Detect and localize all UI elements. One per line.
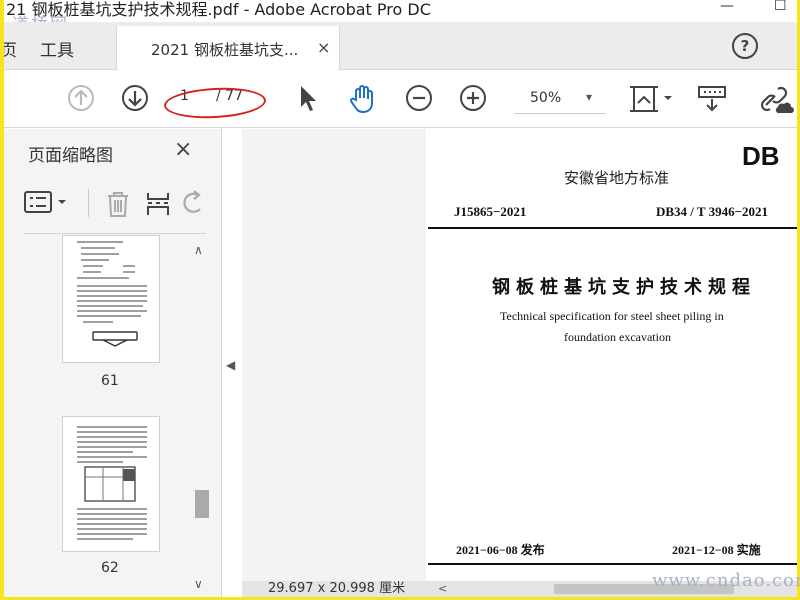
record-number: J15865−2021 [454,204,527,219]
document-title-cn: 钢板桩基坑支护技术规程 [492,277,756,298]
title-bar: 21 钢板桩基坑支护技术规程.pdf - Adobe Acrobat Pro D… [4,0,797,20]
panel-divider [24,233,206,234]
thumbnail-label-61: 61 [101,373,119,389]
issue-date: 2021−06−08 发布 [456,543,545,557]
effective-date: 2021−12−08 实施 [672,543,761,557]
thumbnail-label-62: 62 [101,560,119,576]
highlight-annotation [163,85,267,121]
rotate-page-icon[interactable] [182,189,208,219]
previous-page-icon[interactable] [66,83,96,113]
zoom-in-icon[interactable] [458,83,488,113]
hand-tool-icon[interactable] [348,83,378,115]
page-thumbnail[interactable] [62,416,160,552]
chevron-down-icon: ▾ [586,90,593,104]
tab-document[interactable]: 2021 钢板桩基坑支... × [116,26,340,71]
province-standard: 安徽省地方标准 [564,169,670,187]
page-fit-icon[interactable] [628,83,674,115]
zoom-level-dropdown[interactable]: 50% ▾ [514,84,606,114]
thumbnail-page-61 [77,241,147,347]
toolbar-separator [88,189,89,217]
watermark-url: www.cndao.com [652,570,800,591]
thumbnail-scrollbar-thumb[interactable] [195,490,209,518]
zoom-out-icon[interactable] [404,83,434,113]
page-thumbnail[interactable] [62,235,160,363]
zoom-level-value: 50% [530,90,562,106]
scroll-down-button[interactable]: ∨ [194,577,203,591]
footer-rule [428,563,797,565]
acrobat-window: 21 钢板桩基坑支护技术规程.pdf - Adobe Acrobat Pro D… [4,0,797,597]
minimize-button[interactable]: — [720,0,734,14]
thumbnail-options-icon[interactable] [22,187,78,217]
panel-close-button[interactable]: × [174,137,192,162]
standard-number: DB34 / T 3946−2021 [656,204,769,219]
scroll-up-button[interactable]: ∧ [194,243,203,257]
document-title-en-line2: foundation excavation [564,330,671,344]
page-thumbnails-panel: 页面缩略图 × 61 62 ∧ ∨ [4,129,222,597]
page-margin-area [242,129,426,581]
tab-close-button[interactable]: × [317,38,330,57]
collapse-panel-button[interactable]: ◀ [226,358,235,372]
maximize-button[interactable]: ☐ [774,0,787,14]
tab-home[interactable]: 页 [4,36,17,61]
window-title: 21 钢板桩基坑支护技术规程.pdf - Adobe Acrobat Pro D… [6,0,431,19]
tab-bar: 页 工具 2021 钢板桩基坑支... × ? [4,22,797,71]
document-viewer[interactable]: DB 安徽省地方标准 J15865−2021 DB34 / T 3946−202… [242,129,797,597]
header-rule [428,227,797,229]
select-arrow-icon[interactable] [296,83,320,113]
help-button[interactable]: ? [732,33,758,59]
standard-db-mark: DB [742,141,780,171]
toolbar: 1 / 77 50% ▾ [4,70,797,128]
scroll-mode-icon[interactable] [696,83,728,115]
share-link-icon[interactable] [760,83,794,115]
scroll-left-button[interactable]: < [438,581,447,597]
page-size-readout: 29.697 x 20.998 厘米 [268,581,406,596]
tab-tools[interactable]: 工具 [40,36,74,61]
next-page-icon[interactable] [120,83,150,113]
thumbnail-page-62 [77,426,147,540]
panel-title: 页面缩略图 [28,146,113,166]
document-title-en-line1: Technical specification for steel sheet … [500,309,724,323]
tab-document-label: 2021 钢板桩基坑支... [151,41,299,59]
delete-page-icon[interactable] [104,189,132,219]
pdf-page: DB 安徽省地方标准 J15865−2021 DB34 / T 3946−202… [242,129,797,581]
insert-page-icon[interactable] [144,189,172,219]
